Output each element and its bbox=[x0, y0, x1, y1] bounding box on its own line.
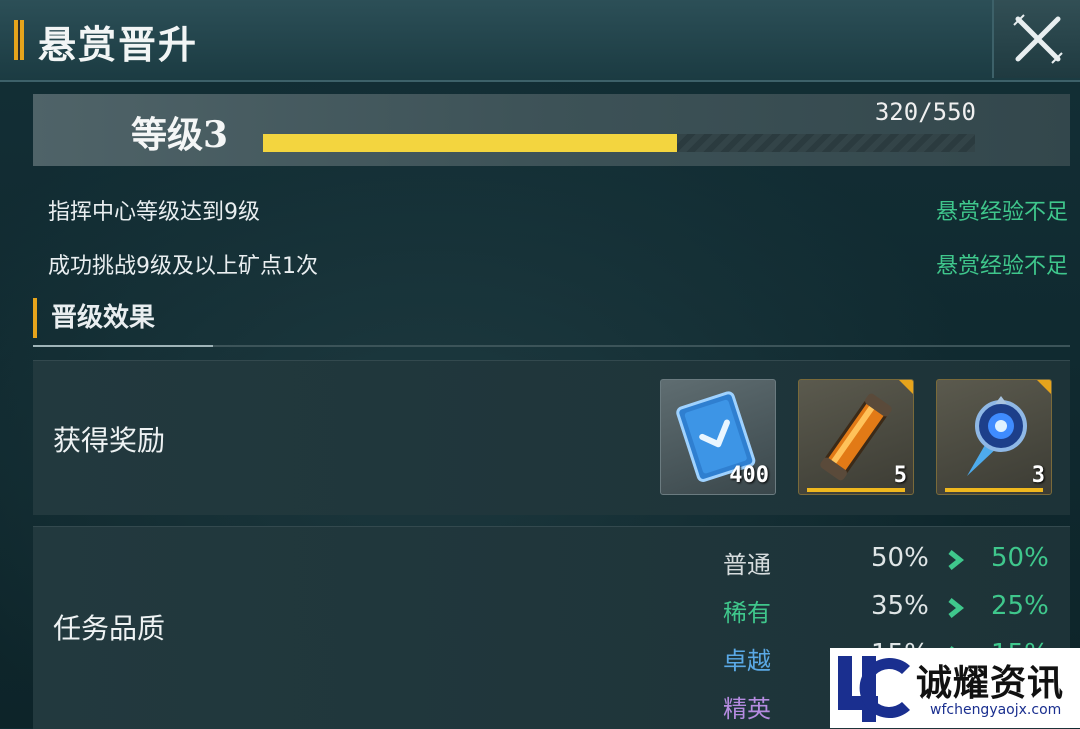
quality-name: 稀有 bbox=[723, 599, 771, 627]
quality-before: 50% bbox=[871, 543, 929, 573]
reward-label: 获得奖励 bbox=[53, 424, 166, 457]
quality-label: 任务品质 bbox=[53, 612, 166, 645]
condition-row: 成功挑战9级及以上矿点1次 悬赏经验不足 bbox=[48, 242, 1068, 282]
quality-row: 普通 50% 50% bbox=[723, 539, 1063, 579]
quality-name: 精英 bbox=[723, 695, 771, 723]
reward-item[interactable]: 3 bbox=[936, 379, 1052, 495]
quality-name: 卓越 bbox=[723, 647, 771, 675]
level-label: 等级3 bbox=[131, 114, 229, 156]
quality-after: 25% bbox=[991, 591, 1049, 621]
condition-text: 成功挑战9级及以上矿点1次 bbox=[48, 254, 318, 279]
corner-mark bbox=[1037, 380, 1051, 394]
level-progress-track bbox=[263, 134, 975, 152]
condition-text: 指挥中心等级达到9级 bbox=[48, 200, 260, 225]
reward-item[interactable]: 5 bbox=[798, 379, 914, 495]
quality-after: 50% bbox=[991, 543, 1049, 573]
condition-status: 悬赏经验不足 bbox=[935, 254, 1068, 279]
window-header: 悬赏晋升 bbox=[0, 0, 1080, 82]
reward-count: 5 bbox=[893, 463, 907, 488]
level-progress-fill bbox=[263, 134, 677, 152]
quality-name: 普通 bbox=[723, 551, 771, 579]
corner-mark bbox=[899, 380, 913, 394]
quality-row: 稀有 35% 25% bbox=[723, 587, 1063, 627]
section-title: 晋级效果 bbox=[33, 298, 155, 338]
watermark-name: 诚耀资讯 bbox=[916, 663, 1065, 704]
reward-item[interactable]: 400 bbox=[660, 379, 776, 495]
chevron-right-icon bbox=[948, 550, 965, 570]
window-title: 悬赏晋升 bbox=[38, 22, 199, 67]
condition-status: 悬赏经验不足 bbox=[935, 200, 1068, 225]
close-button[interactable] bbox=[992, 0, 1080, 78]
watermark-logo-icon bbox=[838, 656, 910, 722]
reward-panel: 获得奖励 400 5 3 bbox=[33, 360, 1070, 515]
condition-row: 指挥中心等级达到9级 悬赏经验不足 bbox=[48, 188, 1068, 228]
reward-count: 3 bbox=[1031, 463, 1045, 488]
reward-count: 400 bbox=[729, 463, 769, 488]
watermark: 诚耀资讯 wfchengyaojx.com bbox=[830, 648, 1080, 728]
chevron-right-icon bbox=[948, 598, 965, 618]
header-accent-bar bbox=[14, 20, 24, 60]
watermark-url: wfchengyaojx.com bbox=[930, 702, 1062, 718]
section-divider-highlight bbox=[33, 345, 213, 347]
close-icon bbox=[1013, 14, 1063, 64]
level-progress-value: 320/550 bbox=[874, 98, 976, 126]
quality-before: 35% bbox=[871, 591, 929, 621]
level-panel: 等级3 320/550 bbox=[33, 94, 1070, 166]
